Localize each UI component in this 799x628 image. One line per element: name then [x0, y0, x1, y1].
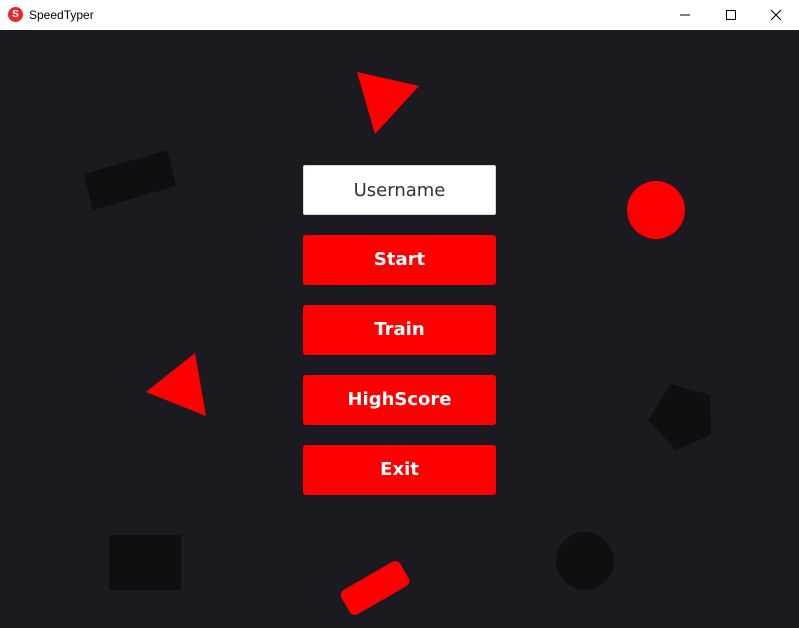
maximize-icon: [726, 10, 736, 20]
close-icon: [770, 9, 782, 21]
window-title: SpeedTyper: [29, 8, 94, 22]
username-input[interactable]: [303, 165, 496, 215]
close-button[interactable]: [753, 0, 799, 30]
highscore-button[interactable]: HighScore: [303, 375, 496, 425]
red-circle: [627, 181, 685, 239]
dark-pentagon: [648, 384, 711, 450]
title-bar[interactable]: S SpeedTyper: [0, 0, 799, 30]
maximize-button[interactable]: [708, 0, 754, 30]
app-logo-icon: S: [8, 7, 23, 22]
dark-square: [109, 535, 181, 590]
app-window: S SpeedTyper Username Start Train HighSc…: [0, 0, 799, 628]
red-pill: [340, 561, 410, 615]
start-button[interactable]: Start: [303, 235, 496, 285]
exit-button[interactable]: Exit: [303, 445, 496, 495]
red-triangle-top: [357, 72, 419, 134]
minimize-button[interactable]: [662, 0, 708, 30]
main-canvas: Start Train HighScore Exit: [0, 30, 799, 628]
red-triangle-left: [146, 353, 206, 416]
dark-rectangle-left: [84, 150, 176, 210]
minimize-icon: [680, 14, 690, 16]
dark-circle: [556, 532, 614, 590]
train-button[interactable]: Train: [303, 305, 496, 355]
